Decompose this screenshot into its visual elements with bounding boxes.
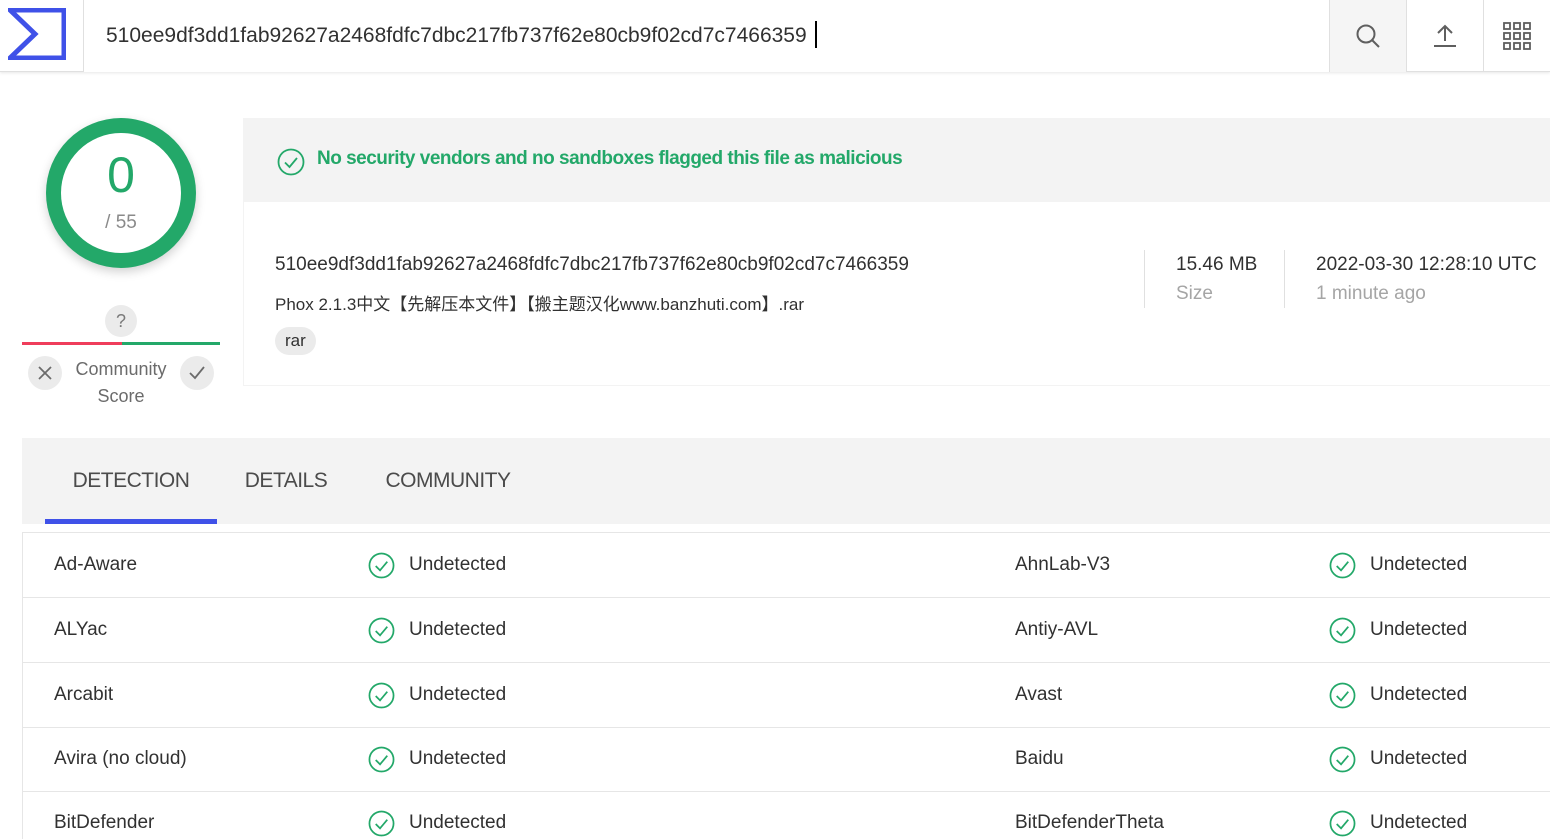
engine-result: Undetected [1370, 684, 1468, 705]
engine-result: Undetected [409, 748, 507, 769]
divider [1144, 250, 1145, 308]
check-circle-icon [368, 810, 395, 837]
top-bar [0, 0, 1550, 72]
verdict-banner: No security vendors and no sandboxes fla… [243, 118, 1550, 202]
engine-result: Undetected [409, 619, 507, 640]
check-circle-icon [368, 552, 395, 579]
engine-result: Undetected [409, 812, 507, 833]
table-row: Arcabit Undetected Avast Undetected [23, 663, 1550, 728]
engine-total: / 55 [105, 212, 137, 233]
report-tabs: DETECTION DETAILS COMMUNITY [22, 438, 1550, 524]
file-name: Phox 2.1.3中文【先解压本文件】【搬主题汉化www.banzhuti.c… [275, 295, 805, 314]
engine-name: Baidu [1015, 748, 1064, 769]
check-circle-icon [1329, 552, 1356, 579]
search-button[interactable] [1329, 0, 1406, 72]
check-circle-icon [1329, 746, 1356, 773]
community-bar-malicious [22, 342, 122, 345]
engine-name: Avira (no cloud) [54, 748, 187, 769]
vote-malicious-button[interactable] [28, 356, 62, 390]
detection-results-table: Ad-Aware Undetected AhnLab-V3 Undetected… [22, 532, 1550, 839]
tab-detection[interactable]: DETECTION [45, 438, 217, 524]
community-score-value: ? [105, 305, 137, 337]
verdict-message: No security vendors and no sandboxes fla… [317, 148, 903, 169]
active-tab-indicator [45, 519, 217, 524]
check-circle-icon [277, 148, 305, 176]
engine-result: Undetected [1370, 619, 1468, 640]
analysis-date: 2022-03-30 12:28:10 UTC [1316, 254, 1537, 275]
apps-button[interactable] [1483, 0, 1550, 72]
detection-count: 0 [107, 147, 135, 203]
engine-name: BitDefender [54, 812, 155, 833]
upload-icon [1434, 24, 1456, 47]
file-size-label: Size [1176, 283, 1213, 304]
table-row: Ad-Aware Undetected AhnLab-V3 Undetected [23, 533, 1550, 598]
check-circle-icon [368, 617, 395, 644]
upload-button[interactable] [1406, 0, 1483, 72]
file-type-tag[interactable]: rar [275, 327, 316, 355]
engine-name: AhnLab-V3 [1015, 554, 1111, 575]
check-icon [189, 366, 205, 380]
text-cursor [815, 21, 817, 48]
virustotal-logo-icon[interactable] [0, 0, 84, 72]
detection-score-ring: 0 / 55 [46, 118, 196, 268]
engine-name: Antiy-AVL [1015, 619, 1099, 640]
close-icon [38, 366, 52, 380]
file-info-panel: 510ee9df3dd1fab92627a2468fdfc7dbc217fb73… [243, 202, 1550, 386]
engine-name: ALYac [54, 619, 108, 640]
check-circle-icon [368, 682, 395, 709]
table-row: BitDefender Undetected BitDefenderTheta … [23, 791, 1550, 839]
tab-details[interactable]: DETAILS [227, 438, 345, 524]
table-row: ALYac Undetected Antiy-AVL Undetected [23, 598, 1550, 663]
check-circle-icon [368, 746, 395, 773]
table-row: Avira (no cloud) Undetected Baidu Undete… [23, 727, 1550, 792]
engine-result: Undetected [1370, 554, 1468, 575]
search-input[interactable] [84, 0, 1329, 72]
file-size: 15.46 MB [1176, 254, 1258, 275]
engine-name: Arcabit [54, 684, 114, 705]
engine-result: Undetected [1370, 812, 1468, 833]
check-circle-icon [1329, 810, 1356, 837]
community-bar-harmless [122, 342, 220, 345]
apps-grid-icon [1503, 22, 1531, 50]
analysis-date-relative: 1 minute ago [1316, 283, 1426, 304]
engine-result: Undetected [409, 554, 507, 575]
engine-name: BitDefenderTheta [1015, 812, 1164, 833]
engine-result: Undetected [1370, 748, 1468, 769]
check-circle-icon [1329, 682, 1356, 709]
community-score-label: Community Score [75, 359, 167, 406]
engine-name: Avast [1015, 684, 1063, 705]
search-icon [1356, 24, 1380, 48]
engine-name: Ad-Aware [54, 554, 138, 575]
divider [1284, 250, 1285, 308]
file-hash[interactable]: 510ee9df3dd1fab92627a2468fdfc7dbc217fb73… [275, 254, 909, 276]
vote-harmless-button[interactable] [180, 356, 214, 390]
engine-result: Undetected [409, 684, 507, 705]
tab-community[interactable]: COMMUNITY [367, 438, 529, 524]
check-circle-icon [1329, 617, 1356, 644]
